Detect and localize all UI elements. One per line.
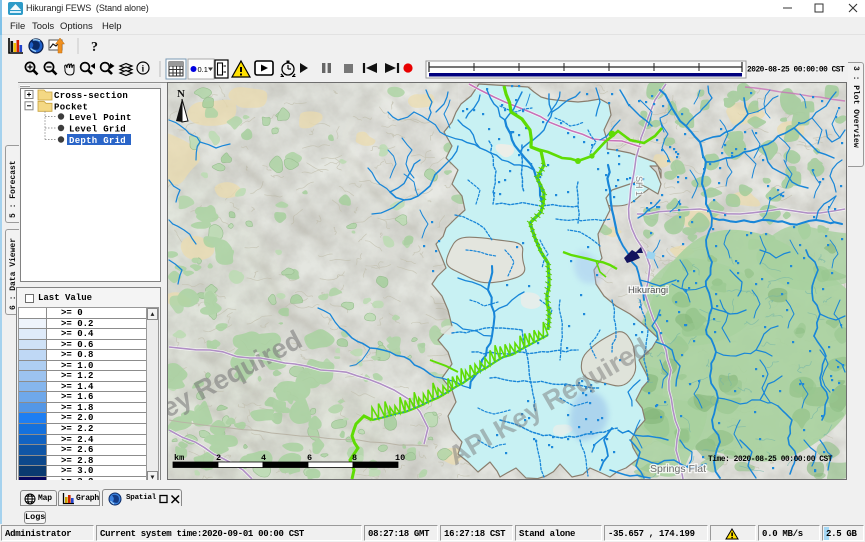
svg-text:SH 1: SH 1	[634, 176, 644, 196]
svg-text:6: 6	[307, 453, 312, 463]
svg-text:Level Grid: Level Grid	[69, 125, 126, 135]
svg-text:km: km	[174, 453, 184, 463]
svg-text:i: i	[142, 64, 145, 74]
svg-text:Time: 2020-08-25 00:00:00 CST: Time: 2020-08-25 00:00:00 CST	[708, 456, 833, 464]
svg-text:Hikurangi: Hikurangi	[628, 285, 668, 296]
svg-text:Cross-section: Cross-section	[54, 91, 128, 101]
svg-text:N: N	[177, 88, 185, 100]
svg-text:0.1: 0.1	[198, 65, 208, 74]
svg-text:4: 4	[261, 453, 266, 463]
svg-text:Pocket: Pocket	[54, 102, 88, 112]
svg-text:Springs Flat: Springs Flat	[650, 463, 706, 475]
svg-text:Depth Grid: Depth Grid	[69, 136, 126, 146]
svg-text:2020-08-25 00:00:00 CST: 2020-08-25 00:00:00 CST	[747, 67, 845, 75]
svg-text:10: 10	[395, 453, 405, 463]
svg-text:2: 2	[216, 453, 221, 463]
svg-text:8: 8	[352, 453, 357, 463]
svg-text:?: ?	[91, 40, 98, 55]
svg-text:Level Point: Level Point	[69, 113, 132, 123]
